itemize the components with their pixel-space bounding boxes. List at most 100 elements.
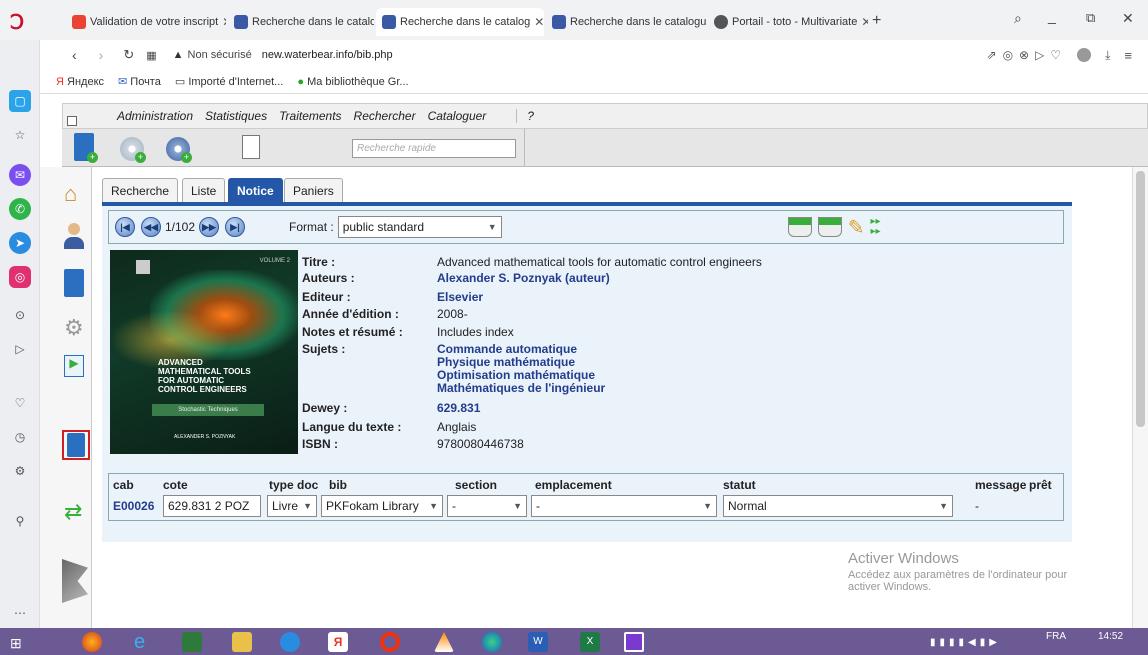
back-icon[interactable]: ‹ — [72, 47, 77, 63]
menu-icon[interactable]: ≡ — [1124, 48, 1132, 63]
browser-tab-4[interactable]: Recherche dans le catalogu✕ — [546, 8, 706, 36]
add-cd-icon[interactable]: + — [120, 137, 146, 163]
search-icon[interactable]: ⌕ — [1014, 10, 1022, 27]
browser-tab-1[interactable]: Validation de votre inscript✕ — [66, 8, 226, 36]
last-record-button[interactable]: ▶| — [225, 217, 246, 237]
search-app-icon[interactable] — [624, 632, 644, 652]
quick-search-input[interactable]: Recherche rapide — [352, 139, 516, 158]
home-icon[interactable]: ⌂ — [64, 181, 84, 209]
star-icon[interactable]: ☆ — [9, 124, 31, 146]
type-doc-select[interactable]: Livre ▼ — [267, 495, 317, 517]
bookmark-library[interactable]: ● Ma bibliothèque Gr... — [297, 76, 408, 88]
more-icon[interactable]: ⋯ — [9, 602, 31, 624]
scrollbar[interactable] — [1132, 167, 1148, 628]
tab-liste[interactable]: Liste — [182, 178, 226, 202]
profile-avatar[interactable] — [1077, 48, 1092, 62]
bookmark-imported[interactable]: ▭ Importé d'Internet... — [175, 75, 284, 88]
home-icon[interactable]: ▢ — [9, 90, 31, 112]
grid-icon[interactable]: ▦ — [146, 49, 156, 62]
bookmark-yandex[interactable]: Я Яндекс — [56, 76, 104, 88]
url-field[interactable]: new.waterbear.info/bib.php — [262, 49, 393, 61]
browser-logo-icon[interactable]: Ↄ — [10, 10, 24, 35]
value-sujet-1[interactable]: Commande automatique — [437, 342, 577, 356]
tab-notice[interactable]: Notice — [228, 178, 283, 202]
messenger-icon[interactable]: ✉ — [9, 164, 31, 186]
restore-icon[interactable]: ⧉ — [1086, 10, 1095, 26]
cab-link[interactable]: E00026 — [113, 499, 154, 521]
tab-recherche[interactable]: Recherche — [102, 178, 179, 202]
new-tab-icon[interactable]: + — [872, 12, 881, 30]
previous-record-button[interactable]: ◀◀ — [141, 217, 161, 237]
reload-icon[interactable]: ↻ — [123, 47, 134, 63]
gear-icon[interactable]: ⚙ — [64, 315, 84, 343]
value-sujet-4[interactable]: Mathématiques de l'ingénieur — [437, 381, 605, 395]
refresh-icon[interactable]: ⇄ — [64, 499, 84, 527]
browser-tab-2[interactable]: Recherche dans le catalogu✕ — [228, 8, 374, 36]
send-icon[interactable]: ▷ — [9, 338, 31, 360]
instagram-icon[interactable]: ◎ — [9, 266, 31, 288]
word-icon[interactable]: W — [528, 632, 548, 652]
new-notice-selected-icon[interactable] — [62, 430, 90, 460]
close-tab-icon[interactable]: ✕ — [222, 15, 226, 29]
menu-cataloguer[interactable]: Cataloguer — [428, 109, 487, 123]
emplacement-select[interactable]: - ▼ — [531, 495, 717, 517]
value-editeur[interactable]: Elsevier — [437, 290, 483, 304]
import-icon[interactable]: ▶ — [64, 355, 84, 377]
move-arrows-icon[interactable]: ▸▸ ▸▸ — [870, 217, 880, 237]
edit-pencil-icon[interactable]: ✎ — [848, 215, 865, 240]
system-tray-icons[interactable]: ▮▮▮▮◀▮▶ — [930, 637, 1001, 648]
user-icon[interactable] — [64, 223, 84, 251]
menu-help[interactable]: ? — [516, 109, 534, 123]
whatsapp-icon[interactable]: ✆ — [9, 198, 31, 220]
tab-paniers[interactable]: Paniers — [284, 178, 343, 202]
excel-icon[interactable]: X — [580, 632, 600, 652]
add-dvd-icon[interactable]: + — [166, 137, 192, 163]
value-sujet-2[interactable]: Physique mathématique — [437, 355, 575, 369]
value-sujet-3[interactable]: Optimisation mathématique — [437, 368, 595, 382]
toolbar-icons[interactable]: ⇗◎⊗▷♡ — [987, 48, 1068, 62]
search-document-icon[interactable] — [242, 135, 260, 159]
bookmark-mail[interactable]: ✉ Почта — [118, 75, 161, 88]
bib-select[interactable]: PKFokam Library ▼ — [321, 495, 443, 517]
close-tab-icon[interactable]: ✕ — [861, 15, 868, 29]
cote-input[interactable]: 629.831 2 POZ — [163, 495, 261, 517]
menu-checkbox[interactable] — [67, 116, 77, 126]
new-notice-icon[interactable]: + — [74, 133, 98, 163]
yandex-browser-icon[interactable]: Я — [328, 632, 348, 652]
menu-rechercher[interactable]: Rechercher — [354, 109, 416, 123]
menu-traitements[interactable]: Traitements — [279, 109, 341, 123]
firefox-icon[interactable] — [82, 632, 102, 652]
location-icon[interactable]: ⚲ — [9, 510, 31, 532]
media-player-icon[interactable] — [280, 632, 300, 652]
browser-tab-5[interactable]: Portail - toto - Multivariate ✕ — [708, 8, 868, 36]
menu-statistiques[interactable]: Statistiques — [205, 109, 267, 123]
section-select[interactable]: - ▼ — [447, 495, 527, 517]
basket-remove-icon[interactable] — [817, 217, 842, 237]
edge-icon[interactable] — [482, 632, 502, 652]
value-dewey[interactable]: 629.831 — [437, 401, 480, 415]
clock[interactable]: 14:52 — [1098, 631, 1123, 642]
statut-select[interactable]: Normal ▼ — [723, 495, 953, 517]
language-indicator[interactable]: FRA — [1046, 631, 1066, 642]
close-window-icon[interactable]: ✕ — [1122, 10, 1134, 27]
value-auteurs[interactable]: Alexander S. Poznyak (auteur) — [437, 271, 610, 285]
basket-add-icon[interactable] — [787, 217, 812, 237]
telegram-icon[interactable]: ➤ — [9, 232, 31, 254]
next-record-button[interactable]: ▶▶ — [199, 217, 220, 237]
browser-tab-3-active[interactable]: Recherche dans le catalog ✕ — [376, 8, 544, 36]
first-record-button[interactable]: |◀ — [115, 217, 135, 237]
notice-icon[interactable] — [64, 269, 84, 297]
edge-legacy-icon[interactable]: e — [134, 632, 154, 652]
format-select[interactable]: public standard ▼ — [337, 216, 502, 238]
store-icon[interactable] — [182, 632, 202, 652]
clock-icon[interactable]: ◷ — [9, 426, 31, 448]
opera-icon[interactable] — [380, 632, 400, 652]
heart-icon[interactable]: ♡ — [9, 392, 31, 414]
player-icon[interactable]: ⊙ — [9, 304, 31, 326]
menu-administration[interactable]: Administration — [117, 109, 193, 123]
forward-icon[interactable]: › — [99, 47, 104, 63]
windows-start-icon[interactable]: ⊞ — [10, 635, 22, 652]
minimize-icon[interactable]: _ — [1048, 8, 1056, 24]
close-tab-icon[interactable]: ✕ — [534, 15, 544, 29]
settings-icon[interactable]: ⚙ — [9, 460, 31, 482]
